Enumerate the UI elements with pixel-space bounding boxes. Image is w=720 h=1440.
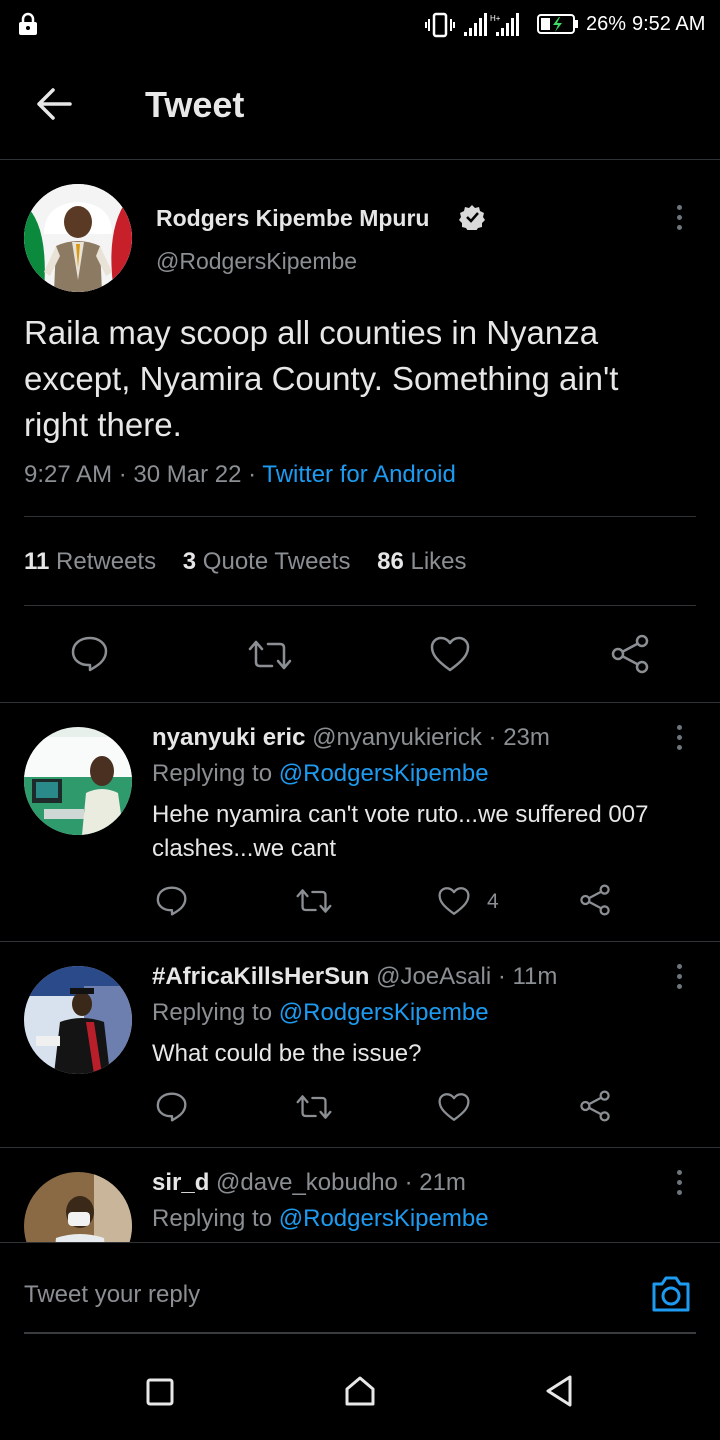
divider xyxy=(0,941,720,942)
divider xyxy=(0,702,720,703)
reply-time: · 11m xyxy=(497,963,558,990)
divider xyxy=(24,516,696,517)
share-icon[interactable] xyxy=(579,1090,611,1122)
tweet-text: Raila may scoop all counties in Nyanza e… xyxy=(24,314,619,443)
reply-header: sir_d @dave_kobudho · 21m xyxy=(152,1169,466,1197)
recents-square-icon[interactable] xyxy=(146,1378,174,1406)
tweet-stats: 11 Retweets 3 Quote Tweets 86 Likes xyxy=(24,548,467,576)
battery-percent: 26% xyxy=(586,13,627,35)
retweet-icon[interactable] xyxy=(248,638,292,672)
more-options-icon[interactable] xyxy=(677,964,685,994)
reply-text: What could be the issue? xyxy=(152,1040,422,1067)
back-arrow-icon[interactable] xyxy=(36,86,76,122)
battery-icon xyxy=(537,13,579,40)
reply-avatar[interactable] xyxy=(24,1172,132,1242)
divider xyxy=(0,1242,720,1243)
more-options-icon[interactable] xyxy=(677,1170,685,1200)
retweets-stat[interactable]: 11 Retweets xyxy=(24,548,156,575)
reply-time: · 23m xyxy=(488,724,550,751)
quote-tweets-stat[interactable]: 3 Quote Tweets xyxy=(183,548,351,575)
mention-link[interactable]: @RodgersKipembe xyxy=(279,760,489,787)
reply-header: nyanyuki eric @nyanyukierick · 23m xyxy=(152,724,550,752)
reply-like-count: 4 xyxy=(487,890,499,913)
page-title: Tweet xyxy=(145,84,245,125)
reply-author-handle[interactable]: @JoeAsali xyxy=(376,963,491,990)
svg-text:H+: H+ xyxy=(490,14,501,23)
tweet-source-link[interactable]: Twitter for Android xyxy=(262,461,455,488)
verified-badge-icon xyxy=(459,204,485,235)
reply-author-name[interactable]: nyanyuki eric xyxy=(152,724,305,751)
divider xyxy=(24,605,696,606)
reply-icon[interactable] xyxy=(156,886,188,916)
reply-avatar[interactable] xyxy=(24,966,132,1074)
reply-avatar[interactable] xyxy=(24,727,132,835)
mention-link[interactable]: @RodgersKipembe xyxy=(279,999,489,1026)
reply-author-name[interactable]: sir_d xyxy=(152,1169,209,1196)
replying-to: Replying to @RodgersKipembe xyxy=(152,999,489,1026)
like-heart-icon[interactable] xyxy=(430,636,470,672)
replying-to: Replying to @RodgersKipembe xyxy=(152,760,489,787)
vibrate-icon xyxy=(425,12,455,43)
camera-icon[interactable] xyxy=(650,1274,692,1314)
retweet-icon[interactable] xyxy=(296,1093,332,1121)
author-handle[interactable]: @RodgersKipembe xyxy=(156,248,357,275)
more-options-icon[interactable] xyxy=(677,725,685,755)
replying-to: Replying to @RodgersKipembe xyxy=(152,1205,489,1232)
like-heart-icon[interactable] xyxy=(438,886,470,916)
lock-icon xyxy=(18,12,38,41)
share-icon[interactable] xyxy=(610,634,650,674)
signal-icon: H+ xyxy=(464,12,526,41)
reply-time: · 21m xyxy=(404,1169,466,1196)
reply-author-handle[interactable]: @nyanyukierick xyxy=(312,724,482,751)
reply-author-name[interactable]: #AfricaKillsHerSun xyxy=(152,963,369,990)
mention-link[interactable]: @RodgersKipembe xyxy=(279,1205,489,1232)
retweet-icon[interactable] xyxy=(296,887,332,915)
status-bar: H+ 26% 9:52 AM xyxy=(0,0,720,50)
reply-input[interactable]: Tweet your reply xyxy=(24,1281,200,1309)
clock: 9:52 AM xyxy=(632,13,706,35)
reply-clip: sir_d @dave_kobudho · 21m Replying to @R… xyxy=(0,1148,720,1242)
header: Tweet xyxy=(0,50,720,160)
reply-author-handle[interactable]: @dave_kobudho xyxy=(216,1169,398,1196)
input-underline xyxy=(24,1332,696,1334)
back-triangle-icon[interactable] xyxy=(544,1374,574,1408)
tweet-date: 30 Mar 22 xyxy=(133,461,242,488)
home-icon[interactable] xyxy=(344,1375,376,1407)
likes-stat[interactable]: 86 Likes xyxy=(377,548,466,575)
like-heart-icon[interactable] xyxy=(438,1092,470,1122)
author-name[interactable]: Rodgers Kipembe Mpuru xyxy=(156,205,429,232)
share-icon[interactable] xyxy=(579,884,611,916)
more-options-icon[interactable] xyxy=(677,205,685,235)
reply-header: #AfricaKillsHerSun @JoeAsali · 11m xyxy=(152,963,557,991)
tweet-time: 9:27 AM xyxy=(24,461,113,488)
reply-text: Hehe nyamira can't vote ruto...we suffer… xyxy=(152,801,649,862)
author-avatar[interactable] xyxy=(24,184,132,292)
reply-icon[interactable] xyxy=(156,1092,188,1122)
tweet-meta: 9:27 AM · 30 Mar 22 · Twitter for Androi… xyxy=(24,461,456,488)
reply-icon[interactable] xyxy=(71,636,109,672)
